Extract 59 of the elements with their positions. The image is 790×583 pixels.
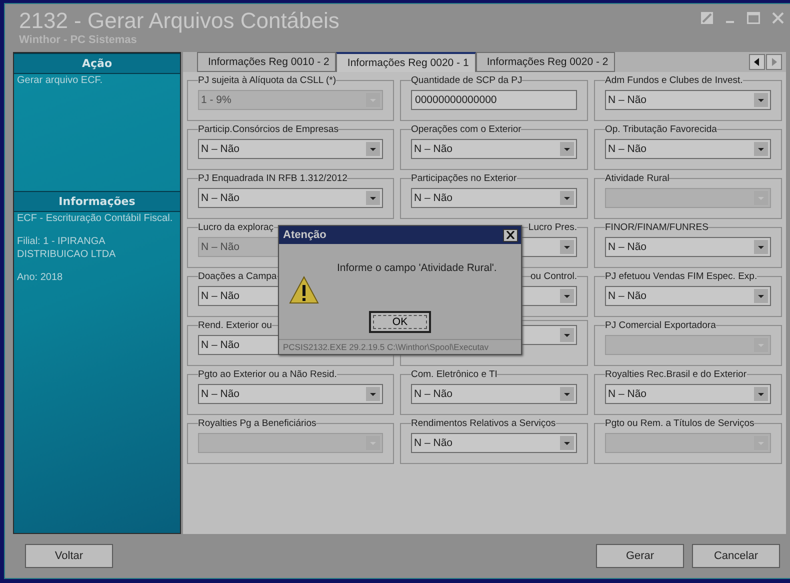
dropdown-field[interactable]: N – Não (198, 139, 383, 159)
field-label: Operações com o Exterior (411, 124, 522, 135)
footer-button[interactable]: Cancelar (692, 544, 780, 568)
dropdown-field[interactable]: N – Não (198, 384, 383, 404)
ok-button[interactable]: OK (369, 311, 431, 333)
field-label: Rendimentos Relativos a Serviços (411, 418, 556, 429)
tab[interactable]: Informações Reg 0020 - 2 (476, 52, 616, 72)
dialog-message: Informe o campo 'Atividade Rural'. (337, 262, 497, 274)
field-label: FINOR/FINAM/FUNRES (605, 222, 708, 233)
sidebar-text: Filial: 1 - IPIRANGA DISTRIBUICAO LTDA (16, 235, 117, 261)
sidebar-heading: Ação (14, 53, 180, 74)
dropdown-field[interactable]: N – Não (605, 90, 771, 110)
field-label: PJ Enquadrada IN RFB 1.312/2012 (198, 173, 348, 184)
warning-icon (289, 276, 319, 304)
field-label: Rend. Exterior ou (198, 320, 272, 331)
field-label: PJ Comercial Exportadora (605, 320, 716, 331)
field-label: ou Control. (530, 271, 577, 282)
scroll-left-button[interactable] (749, 54, 765, 70)
sidebar-text: ECF - Escrituração Contábil Fiscal. (16, 212, 174, 225)
sidebar-text: Gerar arquivo ECF. (16, 74, 104, 87)
right-arrow-icon (771, 58, 777, 66)
window-title: 2132 - Gerar Arquivos Contábeis (19, 8, 340, 34)
dropdown-field[interactable]: N – Não (198, 188, 383, 208)
dropdown-field[interactable]: N – Não (605, 286, 771, 306)
field-label: Atividade Rural (605, 173, 670, 184)
dropdown-field[interactable]: N – Não (411, 384, 577, 404)
left-arrow-icon (754, 58, 760, 66)
dropdown-field[interactable]: N – Não (411, 433, 577, 453)
field-label: Quantidade de SCP da PJ (411, 75, 522, 86)
dialog-title: Atenção (283, 229, 326, 241)
close-icon (506, 231, 515, 239)
field-label: PJ sujeita à Alíquota da CSLL (*) (198, 75, 336, 86)
dropdown-field[interactable]: N – Não (411, 139, 577, 159)
field-label: Adm Fundos e Clubes de Invest. (605, 75, 743, 86)
dropdown-field[interactable]: N – Não (605, 384, 771, 404)
field-label: Doações a Campa (198, 271, 277, 282)
field-label: Participações no Exterior (411, 173, 517, 184)
tab[interactable]: Informações Reg 0010 - 2 (197, 52, 336, 72)
text-field[interactable]: 00000000000000 (411, 90, 577, 110)
field-label: Royalties Rec.Brasil e do Exterior (605, 369, 746, 380)
dialog-close-button[interactable] (503, 228, 518, 242)
sidebar-heading: Informações (14, 191, 180, 212)
field-label: Particip.Consórcios de Empresas (198, 124, 338, 135)
tab[interactable]: Informações Reg 0020 - 1 (336, 52, 476, 72)
dropdown-field[interactable]: N – Não (605, 139, 771, 159)
field-label: Op. Tributação Favorecida (605, 124, 717, 135)
field-label: PJ efetuou Vendas FIM Espec. Exp. (605, 271, 758, 282)
field-label: Lucro Pres. (528, 222, 577, 233)
back-button[interactable]: Voltar (25, 544, 113, 568)
field-label: Pgto ou Rem. a Títulos de Serviços (605, 418, 754, 429)
dropdown-field[interactable]: N – Não (605, 237, 771, 257)
footer-button[interactable]: Gerar (596, 544, 684, 568)
field-label: Com. Eletrônico e TI (411, 369, 498, 380)
sidebar-text: Ano: 2018 (16, 271, 64, 284)
dialog-footer-text: PCSIS2132.EXE 29.2.19.5 C:\Winthor\Spool\Executav (279, 339, 521, 354)
field-label: Pgto ao Exterior ou a Não Resid. (198, 369, 337, 380)
field-label: Lucro da exploraç (198, 222, 274, 233)
field-label: Royalties Pg a Beneficiários (198, 418, 316, 429)
dropdown-field[interactable]: N – Não (411, 188, 577, 208)
